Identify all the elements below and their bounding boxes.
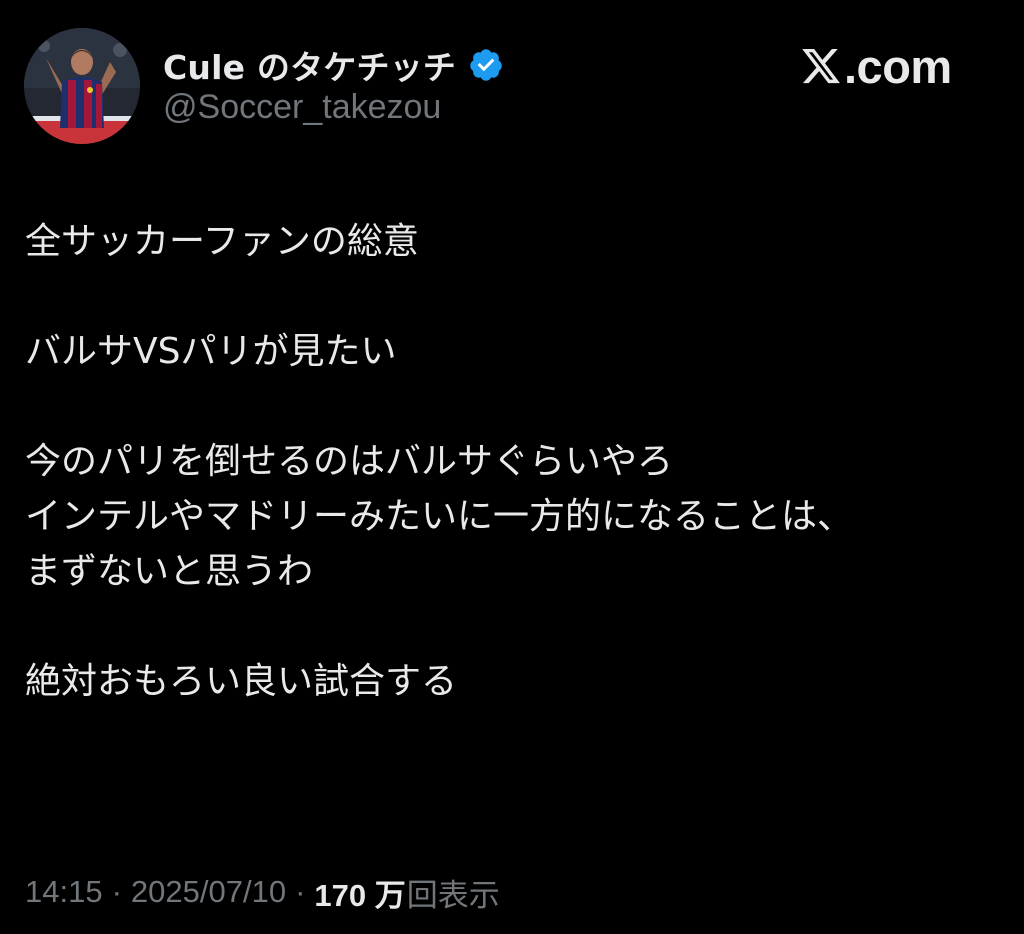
tweet-date[interactable]: 2025/07/10 — [131, 874, 286, 910]
username-handle[interactable]: @Soccer_takezou — [163, 88, 441, 127]
x-logo-icon — [802, 48, 840, 84]
brand-domain-text: .com — [844, 39, 952, 93]
x-com-watermark: .com — [800, 39, 952, 93]
tweet-meta: 14:15 · 2025/07/10 · 170 万 回表示 — [25, 866, 500, 918]
verified-badge-icon — [470, 49, 502, 81]
view-count: 170 万 — [314, 877, 406, 913]
view-label: 回表示 — [406, 877, 500, 914]
display-name-row: Cule のタケチッチ — [163, 40, 504, 90]
meta-separator: · — [295, 874, 306, 909]
tweet-text: 全サッカーファンの総意 バルサVSパリが見たい 今のパリを倒せるのはバルサぐらい… — [25, 221, 854, 702]
display-name[interactable]: Cule のタケチッチ — [163, 41, 456, 89]
player-photo-avatar — [24, 28, 140, 144]
meta-separator: · — [111, 874, 122, 909]
avatar[interactable] — [24, 28, 140, 144]
tweet-time[interactable]: 14:15 — [25, 874, 103, 910]
